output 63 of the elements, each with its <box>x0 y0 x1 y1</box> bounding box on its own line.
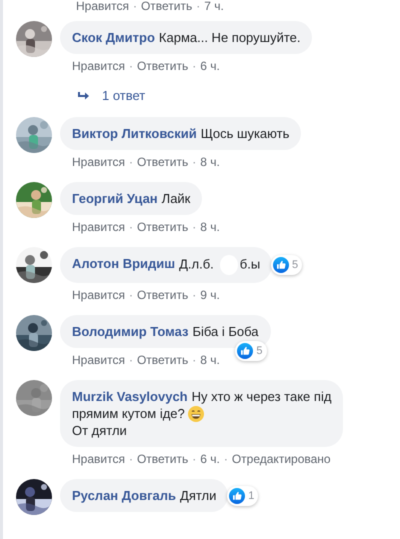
comment-text: прямим кутом іде? <box>72 406 185 421</box>
timestamp[interactable]: 7 ч. <box>204 0 224 14</box>
timestamp[interactable]: 6 ч. <box>200 451 220 467</box>
reaction-count[interactable]: 5 <box>271 255 302 275</box>
reaction-count[interactable]: 1 <box>227 486 258 506</box>
separator-dot: · <box>128 451 133 467</box>
like-link[interactable]: Нравится <box>72 219 125 235</box>
comment-text: Дятли <box>180 488 216 503</box>
like-link[interactable]: Нравится <box>72 287 125 303</box>
separator-dot: · <box>192 219 196 235</box>
separator-dot: · <box>192 154 196 170</box>
grinning-emoji-icon <box>188 406 204 422</box>
reply-link[interactable]: Ответить <box>136 58 188 74</box>
reply-link[interactable]: Ответить <box>140 0 192 14</box>
separator-dot: · <box>128 352 133 368</box>
timestamp[interactable]: 8 ч. <box>200 154 220 170</box>
separator-dot: · <box>192 58 196 74</box>
commenter-name[interactable]: Скок Дмитро <box>72 30 155 45</box>
like-reaction-icon <box>273 257 290 273</box>
like-link[interactable]: Нравится <box>72 451 125 467</box>
separator-dot: · <box>224 451 228 467</box>
like-reaction-icon <box>237 343 254 359</box>
separator-dot: · <box>196 0 200 14</box>
timestamp[interactable]: 8 ч. <box>200 219 220 235</box>
separator-dot: · <box>132 0 137 14</box>
separator-dot: · <box>192 287 196 303</box>
reply-link[interactable]: Ответить <box>136 352 188 368</box>
reply-arrow-icon <box>78 90 90 100</box>
like-link[interactable]: Нравится <box>72 352 125 368</box>
like-link[interactable]: Нравится <box>76 0 129 14</box>
commenter-name[interactable]: Руслан Довгаль <box>72 488 176 503</box>
comment-text: Щось шукають <box>200 126 290 141</box>
timestamp[interactable]: 6 ч. <box>200 58 220 74</box>
like-link[interactable]: Нравится <box>72 58 125 74</box>
comment-text: Лайк <box>162 191 190 206</box>
timestamp[interactable]: 8 ч. <box>200 352 220 368</box>
like-reaction-icon <box>229 488 246 504</box>
reply-link[interactable]: Ответить <box>136 154 188 170</box>
separator-dot: · <box>192 352 196 368</box>
comment-text: Карма... Не порушуйте. <box>158 30 300 45</box>
replies-link[interactable]: 1 ответ <box>102 88 146 103</box>
commenter-name[interactable]: Георгий Уцан <box>72 191 158 206</box>
commenter-name[interactable]: Виктор Литковский <box>72 126 197 141</box>
edited-label[interactable]: Отредактировано <box>232 451 331 467</box>
separator-dot: · <box>128 154 133 170</box>
like-link[interactable]: Нравится <box>72 154 125 170</box>
comment-text: Біба і Боба <box>192 324 259 339</box>
separator-dot: · <box>192 451 196 467</box>
separator-dot: · <box>128 219 133 235</box>
separator-dot: · <box>128 58 133 74</box>
timestamp[interactable]: 9 ч. <box>200 287 220 303</box>
comment-text: Ну хто ж через таке під <box>192 389 332 404</box>
commenter-name[interactable]: Алотон Вридиш <box>72 256 176 272</box>
commenter-name[interactable]: Володимир Томаз <box>72 324 188 339</box>
reply-link[interactable]: Ответить <box>136 287 188 303</box>
separator-dot: · <box>128 287 133 303</box>
comment-text: От дятли <box>72 423 127 438</box>
reply-link[interactable]: Ответить <box>136 219 188 235</box>
commenter-name[interactable]: Murzik Vasylovych <box>72 389 188 404</box>
reaction-count[interactable]: 5 <box>235 341 267 361</box>
comment-text: б.ы <box>240 256 260 272</box>
comment-text: Д.л.б. <box>179 256 214 272</box>
reply-link[interactable]: Ответить <box>136 451 188 467</box>
